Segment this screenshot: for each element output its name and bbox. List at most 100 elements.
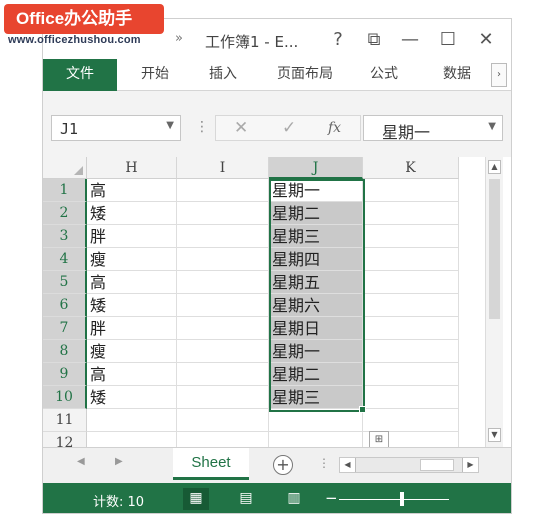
cell-j11[interactable] bbox=[269, 409, 363, 432]
cell-j7[interactable]: 星期日 bbox=[269, 317, 363, 340]
cell-h1[interactable]: 高 bbox=[87, 179, 177, 202]
cell-h10[interactable]: 矮 bbox=[87, 386, 177, 409]
cell-k11[interactable] bbox=[363, 409, 459, 432]
tab-formulas[interactable]: 公式 bbox=[355, 59, 413, 91]
row-header[interactable]: 9 bbox=[43, 363, 87, 386]
page-break-view-icon[interactable]: ▥ bbox=[281, 488, 307, 510]
cancel-icon[interactable]: ✕ bbox=[234, 118, 248, 138]
scroll-up-icon[interactable]: ▲ bbox=[488, 160, 501, 174]
cell-i8[interactable] bbox=[177, 340, 269, 363]
insert-function-icon[interactable]: fx bbox=[328, 120, 341, 136]
cell-i11[interactable] bbox=[177, 409, 269, 432]
next-sheet-icon[interactable]: ▶ bbox=[115, 456, 123, 467]
cell-j5[interactable]: 星期五 bbox=[269, 271, 363, 294]
enter-icon[interactable]: ✓ bbox=[282, 118, 296, 138]
help-button[interactable]: ? bbox=[323, 27, 353, 53]
cell-i3[interactable] bbox=[177, 225, 269, 248]
cell-j10[interactable]: 星期三 bbox=[269, 386, 363, 409]
row-header[interactable]: 8 bbox=[43, 340, 87, 363]
cell-j3[interactable]: 星期三 bbox=[269, 225, 363, 248]
chevron-down-icon[interactable]: ▼ bbox=[166, 120, 174, 131]
cell-k2[interactable] bbox=[363, 202, 459, 225]
maximize-button[interactable]: ☐ bbox=[433, 27, 463, 53]
vertical-scrollbar[interactable]: ▲ ▼ bbox=[485, 157, 503, 447]
cell-i1[interactable] bbox=[177, 179, 269, 202]
tab-insert[interactable]: 插入 bbox=[191, 59, 255, 91]
tab-data[interactable]: 数据 bbox=[425, 59, 489, 91]
cell-k5[interactable] bbox=[363, 271, 459, 294]
cell-h9[interactable]: 高 bbox=[87, 363, 177, 386]
cell-k10[interactable] bbox=[363, 386, 459, 409]
scroll-down-icon[interactable]: ▼ bbox=[488, 428, 501, 442]
row-header[interactable]: 11 bbox=[43, 409, 87, 432]
cell-h11[interactable] bbox=[87, 409, 177, 432]
cell-j9[interactable]: 星期二 bbox=[269, 363, 363, 386]
horizontal-scrollbar[interactable]: ◀ ▶ bbox=[339, 457, 479, 473]
cell-j1[interactable]: 星期一 bbox=[269, 179, 363, 202]
cell-i5[interactable] bbox=[177, 271, 269, 294]
cell-k1[interactable] bbox=[363, 179, 459, 202]
add-sheet-icon[interactable]: + bbox=[273, 455, 293, 475]
tab-home[interactable]: 开始 bbox=[123, 59, 187, 91]
tab-file[interactable]: 文件 bbox=[43, 59, 117, 91]
cell-j4[interactable]: 星期四 bbox=[269, 248, 363, 271]
cell-h3[interactable]: 胖 bbox=[87, 225, 177, 248]
cell-i4[interactable] bbox=[177, 248, 269, 271]
page-layout-view-icon[interactable]: ▤ bbox=[233, 488, 259, 510]
row-header[interactable]: 1 bbox=[43, 179, 87, 202]
cell-k8[interactable] bbox=[363, 340, 459, 363]
horizontal-scroll-thumb[interactable] bbox=[420, 459, 454, 471]
cell-i7[interactable] bbox=[177, 317, 269, 340]
column-header-i[interactable]: I bbox=[177, 157, 269, 179]
sheet-tab[interactable]: Sheet bbox=[173, 448, 249, 480]
cell-i10[interactable] bbox=[177, 386, 269, 409]
cell-k3[interactable] bbox=[363, 225, 459, 248]
zoom-slider[interactable] bbox=[339, 499, 449, 500]
normal-view-icon[interactable]: ▦ bbox=[183, 488, 209, 510]
cell-j8[interactable]: 星期一 bbox=[269, 340, 363, 363]
close-button[interactable]: ✕ bbox=[471, 27, 501, 53]
row-header[interactable]: 7 bbox=[43, 317, 87, 340]
ribbon-display-button[interactable]: ⧉ bbox=[359, 27, 389, 53]
cell-j6[interactable]: 星期六 bbox=[269, 294, 363, 317]
column-header-j[interactable]: J bbox=[269, 157, 363, 179]
cell-i6[interactable] bbox=[177, 294, 269, 317]
row-header[interactable]: 10 bbox=[43, 386, 87, 409]
cell-h7[interactable]: 胖 bbox=[87, 317, 177, 340]
cell-i9[interactable] bbox=[177, 363, 269, 386]
tab-page-layout[interactable]: 页面布局 bbox=[265, 59, 345, 91]
row-header[interactable]: 6 bbox=[43, 294, 87, 317]
qat-more-icon[interactable]: » bbox=[175, 31, 183, 46]
cell-k9[interactable] bbox=[363, 363, 459, 386]
column-header-k[interactable]: K bbox=[363, 157, 459, 179]
name-box[interactable]: J1 ▼ bbox=[51, 115, 181, 141]
minimize-button[interactable]: — bbox=[395, 27, 425, 53]
cell-k7[interactable] bbox=[363, 317, 459, 340]
scroll-left-icon[interactable]: ◀ bbox=[340, 458, 356, 472]
cell-j2[interactable]: 星期二 bbox=[269, 202, 363, 225]
select-all-button[interactable] bbox=[43, 157, 87, 179]
cell-h2[interactable]: 矮 bbox=[87, 202, 177, 225]
row-header[interactable]: 3 bbox=[43, 225, 87, 248]
cell-k6[interactable] bbox=[363, 294, 459, 317]
row-header[interactable]: 4 bbox=[43, 248, 87, 271]
cell-h5[interactable]: 高 bbox=[87, 271, 177, 294]
column-header-h[interactable]: H bbox=[87, 157, 177, 179]
zoom-slider-thumb[interactable] bbox=[400, 492, 404, 506]
vertical-scroll-thumb[interactable] bbox=[489, 179, 500, 319]
prev-sheet-icon[interactable]: ◀ bbox=[77, 456, 85, 467]
zoom-out-icon[interactable]: − bbox=[325, 489, 338, 507]
row-header[interactable]: 5 bbox=[43, 271, 87, 294]
scroll-right-icon[interactable]: ▶ bbox=[462, 458, 478, 472]
cell-h8[interactable]: 瘦 bbox=[87, 340, 177, 363]
tab-splitter-icon[interactable]: ⋮ bbox=[318, 456, 330, 470]
row-header[interactable]: 2 bbox=[43, 202, 87, 225]
cell-i2[interactable] bbox=[177, 202, 269, 225]
cell-h4[interactable]: 瘦 bbox=[87, 248, 177, 271]
spreadsheet-grid[interactable]: H I J K 1 高星期一 2 矮星期二 3 胖星期三 4 瘦星期四 5 高星期五 6 矮星期六 7 胖星期日 8… bbox=[43, 157, 511, 455]
cell-k4[interactable] bbox=[363, 248, 459, 271]
formula-input[interactable]: 星期一 ▼ bbox=[363, 115, 503, 142]
expand-formula-icon[interactable]: ▼ bbox=[488, 121, 496, 132]
fill-handle[interactable] bbox=[359, 406, 366, 413]
ribbon-scroll-right-icon[interactable]: › bbox=[491, 63, 507, 87]
